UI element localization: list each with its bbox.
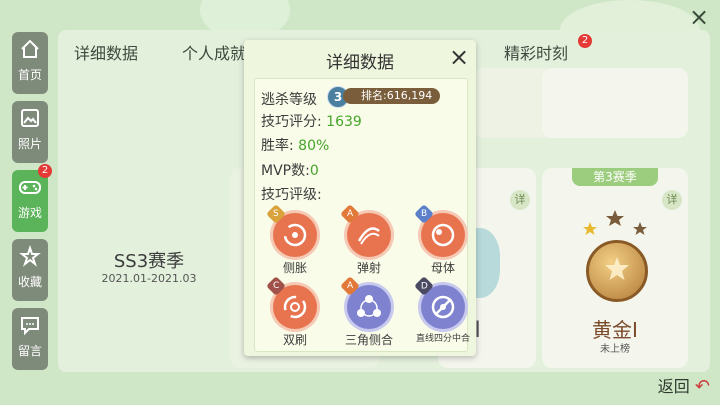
return-arrow-icon: ↶ [694, 376, 710, 397]
season-date: 2021.01-2021.03 [101, 272, 197, 285]
skill-name: 弹射 [356, 261, 381, 275]
message-icon [12, 314, 48, 340]
skill-name: 三角侧合 [344, 333, 393, 347]
sidebar-item-label: 留言 [17, 344, 42, 358]
detail-button[interactable]: 详 [510, 190, 530, 210]
mvp-label: MVP数: [261, 163, 310, 179]
tab-highlights[interactable]: 精彩时刻 [504, 40, 568, 64]
return-label: 返回 [657, 377, 690, 396]
sidebar-item-messages[interactable]: 留言 [12, 308, 48, 370]
sidebar-item-home[interactable]: 首页 [12, 32, 48, 94]
season-name: SS3赛季 [113, 251, 185, 272]
gamepad-icon [12, 176, 48, 202]
win-rate-row: 胜率: 80% [261, 135, 329, 155]
skill-item[interactable]: D 直线四分中合 [414, 276, 470, 347]
rank-pill: 排名:616,194 [343, 88, 441, 104]
return-button[interactable]: 返回 ↶ [658, 373, 710, 397]
home-icon [12, 38, 48, 64]
star-icon [12, 244, 48, 271]
sidebar-item-favorites[interactable]: 收藏 [12, 239, 48, 301]
close-icon[interactable]: × [688, 5, 710, 29]
tab-detailed-data[interactable]: 详细数据 [74, 40, 138, 64]
win-rate-value: 80% [298, 138, 330, 154]
season-card[interactable]: 第3赛季 详 黄金Ⅰ 未上榜 [542, 168, 688, 368]
detail-data-modal: 详细数据 × 逃杀等级 3 排名:616,194 技巧评分: 1639 胜率: … [244, 40, 476, 356]
sidebar-item-label: 照片 [17, 137, 42, 151]
skill-name: 直线四分中合 [415, 334, 470, 344]
tab-personal-achievements[interactable]: 个人成就 [182, 40, 246, 64]
skill-name: 侧胀 [282, 261, 307, 275]
skill-item[interactable]: A 三角侧合 [340, 276, 395, 347]
season-card-top [542, 68, 688, 138]
notification-badge: 2 [38, 164, 52, 178]
skill-item[interactable]: S 侧胀 [266, 204, 321, 275]
skill-item[interactable]: B 母体 [414, 204, 469, 275]
photo-icon [12, 107, 48, 133]
mvp-row: MVP数:0 [261, 160, 319, 180]
stars-icon [583, 210, 647, 235]
notification-badge: 2 [578, 34, 592, 48]
sidebar-item-games[interactable]: 游戏 2 [12, 164, 52, 232]
skill-grade-label: 技巧评级: [261, 187, 322, 203]
skill-score-value: 1639 [326, 114, 362, 130]
win-rate-label: 胜率: [261, 138, 294, 154]
rank-label: 黄金Ⅰ [592, 318, 638, 342]
skill-score-label: 技巧评分: [261, 114, 322, 130]
close-icon[interactable]: × [448, 45, 470, 69]
skill-item[interactable]: A 弹射 [340, 204, 395, 275]
sidebar-item-photos[interactable]: 照片 [12, 101, 48, 163]
sidebar-item-label: 游戏 [17, 206, 42, 220]
skill-score-row: 技巧评分: 1639 [261, 111, 362, 131]
modal-body: 逃杀等级 3 排名:616,194 技巧评分: 1639 胜率: 80% MVP… [254, 78, 470, 352]
season-header: 第3赛季 [572, 168, 658, 186]
detail-button[interactable]: 详 [662, 190, 682, 210]
sidebar-item-label: 收藏 [17, 275, 42, 289]
escape-level-label: 逃杀等级 [261, 92, 317, 108]
gold-medal-icon [586, 240, 648, 302]
modal-title: 详细数据 [326, 53, 394, 73]
sidebar-item-label: 首页 [17, 68, 42, 82]
rank-status: 未上榜 [600, 344, 630, 355]
skill-name: 双刷 [282, 333, 307, 347]
skill-item[interactable]: C 双刷 [266, 276, 321, 347]
mvp-value: 0 [309, 163, 319, 179]
skill-name: 母体 [430, 261, 455, 275]
